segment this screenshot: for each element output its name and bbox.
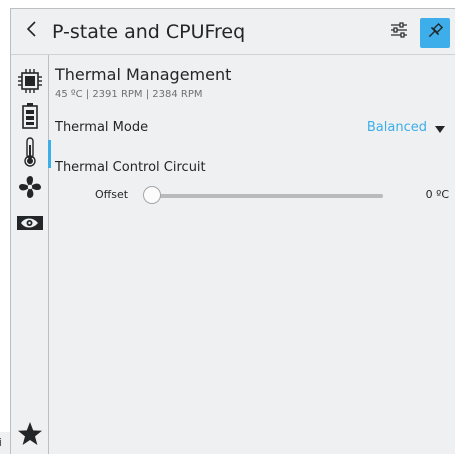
offset-label: Offset <box>95 188 129 201</box>
offset-slider-track[interactable] <box>145 194 383 198</box>
thermometer-icon <box>18 137 42 171</box>
pin-button[interactable] <box>420 18 450 48</box>
cpu-chip-icon <box>17 68 43 98</box>
star-icon <box>17 421 43 451</box>
offset-slider-handle[interactable] <box>143 186 161 204</box>
window-header: P-state and CPUFreq <box>11 9 455 55</box>
pin-icon <box>426 22 444 44</box>
gpu-card-icon <box>16 213 44 237</box>
settings-button[interactable] <box>386 19 412 45</box>
page-title: P-state and CPUFreq <box>52 21 246 43</box>
sidebar-item-gpu[interactable] <box>11 209 49 241</box>
category-sidebar <box>11 55 51 454</box>
battery-icon <box>17 102 43 134</box>
caret-down-icon <box>435 119 445 138</box>
thermal-mode-dropdown[interactable]: Balanced <box>367 119 445 137</box>
chevron-left-icon <box>25 19 39 43</box>
pstate-cpufreq-window: P-state and CPUFreq Thermal Management 4… <box>10 8 455 454</box>
section-title: Thermal Management <box>55 65 232 84</box>
sidebar-item-fan[interactable] <box>11 173 49 205</box>
sidebar-item-battery[interactable] <box>11 102 49 134</box>
back-button[interactable] <box>19 18 45 44</box>
thermal-mode-value: Balanced <box>366 120 427 135</box>
thermal-management-panel: Thermal Management 45 ºC | 2391 RPM | 23… <box>55 55 455 454</box>
thermal-status-summary: 45 ºC | 2391 RPM | 2384 RPM <box>55 89 203 100</box>
fan-icon <box>17 174 43 204</box>
thermal-mode-label: Thermal Mode <box>55 120 149 135</box>
thermal-control-circuit-label: Thermal Control Circuit <box>55 160 206 175</box>
background-window-text: ui <box>0 436 2 449</box>
sidebar-item-cpu[interactable] <box>11 67 49 99</box>
offset-value: 0 ºC <box>425 188 449 201</box>
sidebar-item-favorites[interactable] <box>11 420 49 452</box>
sidebar-item-thermal[interactable] <box>11 137 51 171</box>
sliders-icon <box>390 21 408 43</box>
